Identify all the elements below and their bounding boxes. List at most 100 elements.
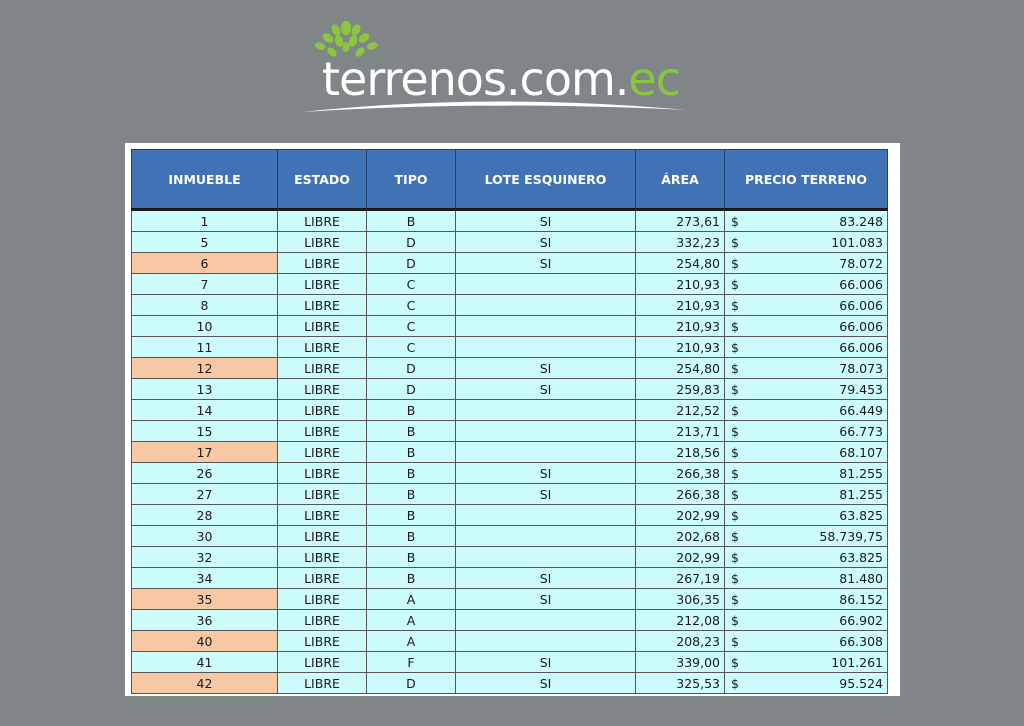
cell-estado[interactable]: LIBRE [277, 630, 367, 652]
cell-area[interactable]: 273,61 [635, 209, 725, 232]
cell-area[interactable]: 266,38 [635, 462, 725, 484]
cell-precio-terreno[interactable]: $101.083 [724, 231, 888, 253]
cell-lote-esquinero[interactable]: SI [455, 567, 636, 589]
cell-inmueble[interactable]: 11 [131, 336, 278, 358]
cell-tipo[interactable]: A [366, 588, 456, 610]
cell-tipo[interactable]: D [366, 231, 456, 253]
cell-precio-terreno[interactable]: $78.072 [724, 252, 888, 274]
cell-estado[interactable]: LIBRE [277, 399, 367, 421]
cell-precio-terreno[interactable]: $66.006 [724, 294, 888, 316]
cell-area[interactable]: 218,56 [635, 441, 725, 463]
cell-lote-esquinero[interactable]: SI [455, 462, 636, 484]
cell-precio-terreno[interactable]: $68.107 [724, 441, 888, 463]
cell-precio-terreno[interactable]: $101.261 [724, 651, 888, 673]
cell-estado[interactable]: LIBRE [277, 209, 367, 232]
cell-lote-esquinero[interactable] [455, 294, 636, 316]
cell-inmueble[interactable]: 6 [131, 252, 278, 274]
cell-precio-terreno[interactable]: $81.255 [724, 462, 888, 484]
cell-tipo[interactable]: F [366, 651, 456, 673]
cell-precio-terreno[interactable]: $81.480 [724, 567, 888, 589]
cell-tipo[interactable]: B [366, 483, 456, 505]
cell-estado[interactable]: LIBRE [277, 378, 367, 400]
cell-lote-esquinero[interactable]: SI [455, 483, 636, 505]
cell-lote-esquinero[interactable]: SI [455, 588, 636, 610]
cell-area[interactable]: 325,53 [635, 672, 725, 694]
cell-lote-esquinero[interactable]: SI [455, 231, 636, 253]
cell-lote-esquinero[interactable]: SI [455, 378, 636, 400]
cell-tipo[interactable]: A [366, 609, 456, 631]
cell-precio-terreno[interactable]: $66.449 [724, 399, 888, 421]
cell-tipo[interactable]: B [366, 567, 456, 589]
cell-inmueble[interactable]: 5 [131, 231, 278, 253]
cell-tipo[interactable]: B [366, 546, 456, 568]
column-header-inmueble[interactable]: INMUEBLE [131, 149, 278, 211]
cell-lote-esquinero[interactable] [455, 441, 636, 463]
cell-area[interactable]: 202,99 [635, 504, 725, 526]
cell-lote-esquinero[interactable] [455, 399, 636, 421]
cell-area[interactable]: 210,93 [635, 315, 725, 337]
cell-precio-terreno[interactable]: $66.006 [724, 273, 888, 295]
cell-area[interactable]: 254,80 [635, 252, 725, 274]
cell-precio-terreno[interactable]: $83.248 [724, 209, 888, 232]
cell-area[interactable]: 210,93 [635, 294, 725, 316]
cell-estado[interactable]: LIBRE [277, 231, 367, 253]
cell-estado[interactable]: LIBRE [277, 273, 367, 295]
cell-inmueble[interactable]: 7 [131, 273, 278, 295]
cell-precio-terreno[interactable]: $79.453 [724, 378, 888, 400]
cell-precio-terreno[interactable]: $81.255 [724, 483, 888, 505]
cell-estado[interactable]: LIBRE [277, 609, 367, 631]
cell-estado[interactable]: LIBRE [277, 336, 367, 358]
cell-precio-terreno[interactable]: $66.006 [724, 336, 888, 358]
cell-lote-esquinero[interactable] [455, 630, 636, 652]
cell-inmueble[interactable]: 41 [131, 651, 278, 673]
cell-area[interactable]: 212,52 [635, 399, 725, 421]
cell-estado[interactable]: LIBRE [277, 420, 367, 442]
cell-inmueble[interactable]: 15 [131, 420, 278, 442]
cell-lote-esquinero[interactable] [455, 525, 636, 547]
cell-lote-esquinero[interactable] [455, 315, 636, 337]
cell-tipo[interactable]: C [366, 336, 456, 358]
cell-tipo[interactable]: B [366, 525, 456, 547]
cell-inmueble[interactable]: 42 [131, 672, 278, 694]
cell-tipo[interactable]: D [366, 252, 456, 274]
column-header-estado[interactable]: ESTADO [277, 149, 367, 211]
cell-estado[interactable]: LIBRE [277, 252, 367, 274]
cell-lote-esquinero[interactable]: SI [455, 672, 636, 694]
cell-lote-esquinero[interactable]: SI [455, 651, 636, 673]
cell-inmueble[interactable]: 36 [131, 609, 278, 631]
column-header-lote-esquinero[interactable]: LOTE ESQUINERO [455, 149, 636, 211]
cell-area[interactable]: 254,80 [635, 357, 725, 379]
cell-area[interactable]: 202,68 [635, 525, 725, 547]
cell-lote-esquinero[interactable]: SI [455, 209, 636, 232]
cell-tipo[interactable]: A [366, 630, 456, 652]
cell-area[interactable]: 339,00 [635, 651, 725, 673]
cell-lote-esquinero[interactable]: SI [455, 357, 636, 379]
cell-precio-terreno[interactable]: $66.308 [724, 630, 888, 652]
cell-tipo[interactable]: B [366, 399, 456, 421]
cell-tipo[interactable]: B [366, 209, 456, 232]
cell-inmueble[interactable]: 28 [131, 504, 278, 526]
cell-inmueble[interactable]: 26 [131, 462, 278, 484]
cell-lote-esquinero[interactable] [455, 609, 636, 631]
cell-inmueble[interactable]: 40 [131, 630, 278, 652]
cell-tipo[interactable]: C [366, 294, 456, 316]
cell-inmueble[interactable]: 34 [131, 567, 278, 589]
cell-estado[interactable]: LIBRE [277, 441, 367, 463]
cell-estado[interactable]: LIBRE [277, 294, 367, 316]
cell-area[interactable]: 202,99 [635, 546, 725, 568]
cell-precio-terreno[interactable]: $66.006 [724, 315, 888, 337]
cell-estado[interactable]: LIBRE [277, 567, 367, 589]
cell-tipo[interactable]: B [366, 504, 456, 526]
cell-inmueble[interactable]: 13 [131, 378, 278, 400]
cell-tipo[interactable]: C [366, 273, 456, 295]
cell-inmueble[interactable]: 14 [131, 399, 278, 421]
cell-tipo[interactable]: D [366, 672, 456, 694]
cell-estado[interactable]: LIBRE [277, 546, 367, 568]
cell-area[interactable]: 210,93 [635, 336, 725, 358]
cell-lote-esquinero[interactable] [455, 504, 636, 526]
cell-inmueble[interactable]: 10 [131, 315, 278, 337]
cell-estado[interactable]: LIBRE [277, 525, 367, 547]
cell-tipo[interactable]: B [366, 420, 456, 442]
cell-tipo[interactable]: D [366, 378, 456, 400]
cell-tipo[interactable]: C [366, 315, 456, 337]
